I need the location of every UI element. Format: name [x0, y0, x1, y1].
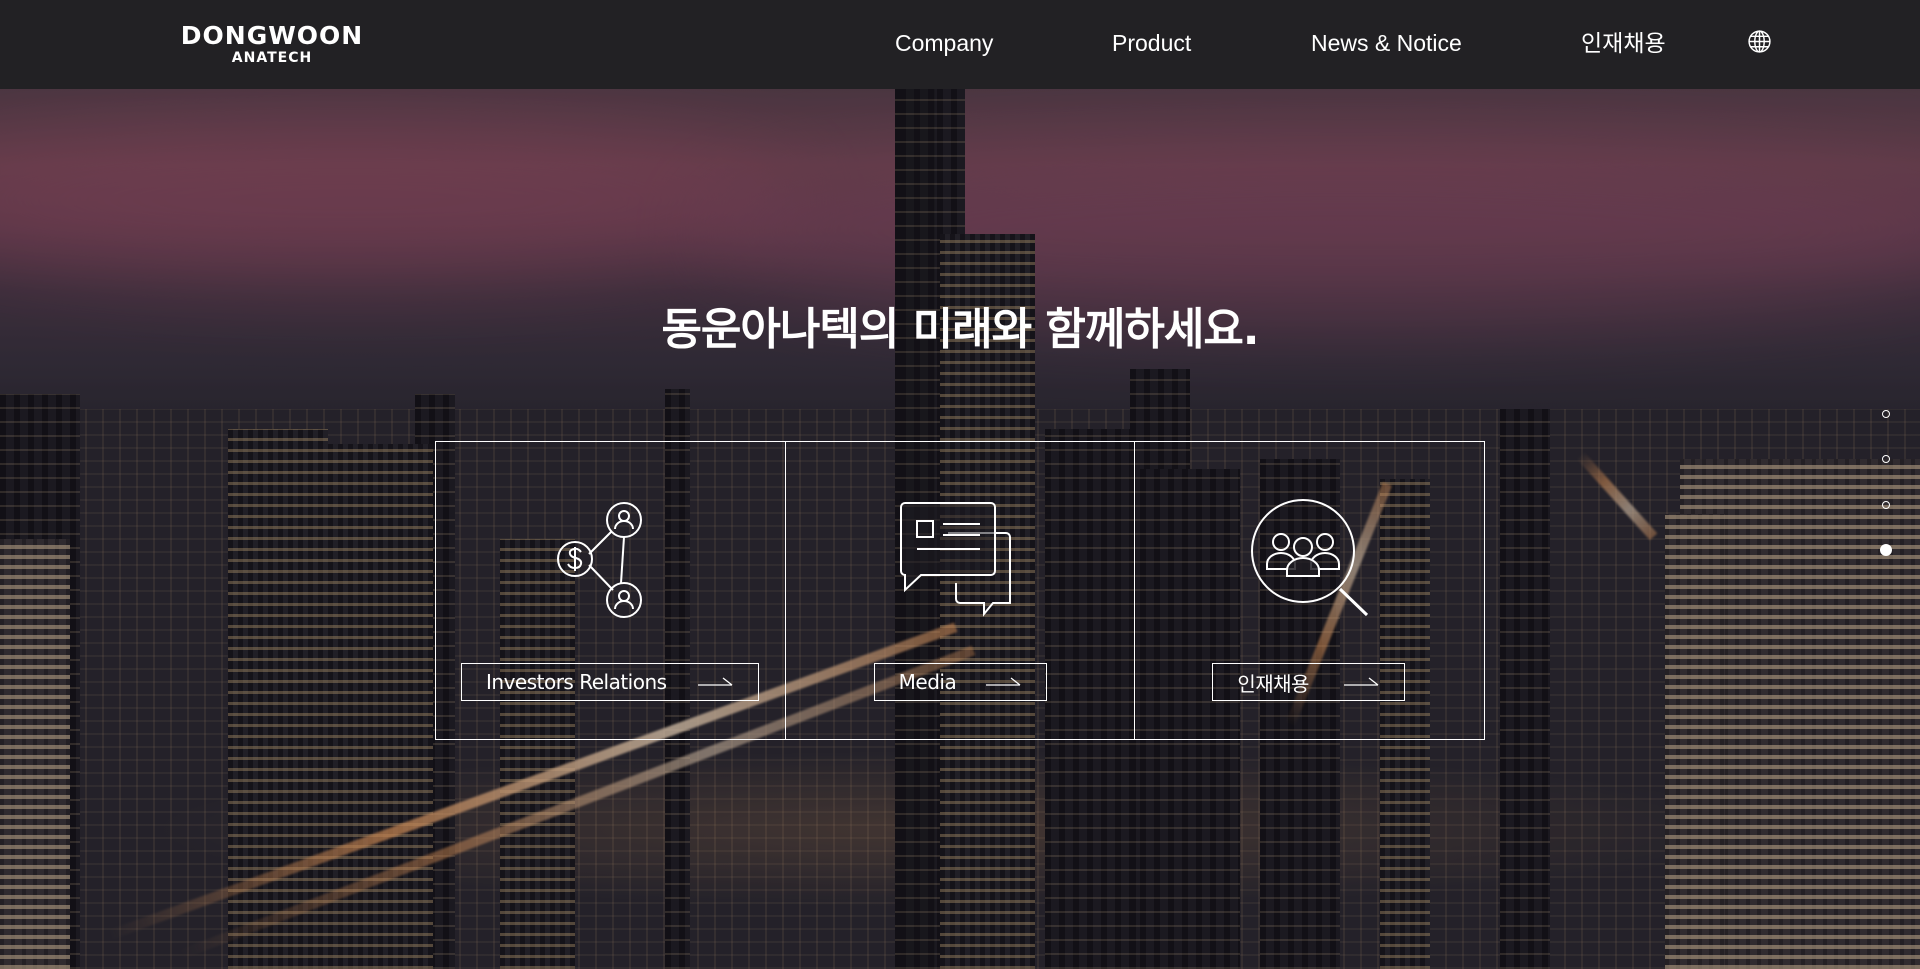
section-pager — [1879, 407, 1893, 559]
recruit-button[interactable]: 인재채용 — [1212, 663, 1406, 701]
site-header: DONGWOON ANATECH Company Product News & … — [0, 0, 1920, 89]
pager-dot-4-active[interactable] — [1880, 544, 1892, 556]
card-media[interactable]: Media — [784, 442, 1135, 739]
globe-icon[interactable] — [1747, 29, 1772, 54]
pager-dot-2[interactable] — [1882, 455, 1890, 463]
nav-company[interactable]: Company — [895, 26, 993, 60]
investors-relations-label: Investors Relations — [486, 670, 667, 694]
arrow-right-icon — [698, 677, 733, 686]
logo-main-text: DONGWOON — [180, 21, 364, 50]
recruit-search-icon — [1250, 499, 1368, 617]
investors-network-icon — [557, 502, 643, 618]
media-chat-icon — [900, 502, 1011, 617]
arrow-right-icon — [1344, 677, 1379, 686]
hero-headline: 동운아나텍의 미래와 함께하세요. — [661, 304, 1259, 355]
arrow-right-icon — [985, 677, 1021, 686]
recruit-label: 인재채용 — [1237, 671, 1309, 696]
pager-dot-1[interactable] — [1882, 410, 1890, 418]
logo-sub-text: ANATECH — [231, 50, 313, 66]
investors-relations-button[interactable]: Investors Relations — [461, 663, 759, 701]
nav-news-notice[interactable]: News & Notice — [1311, 26, 1462, 60]
nav-product[interactable]: Product — [1112, 26, 1191, 60]
media-button[interactable]: Media — [873, 663, 1047, 701]
nav-recruit[interactable]: 인재채용 — [1581, 26, 1666, 60]
media-label: Media — [898, 670, 957, 694]
card-investors-relations[interactable]: Investors Relations — [436, 442, 785, 739]
quick-link-cards: Investors Relations Media 인재채용 — [435, 441, 1485, 740]
card-recruit[interactable]: 인재채용 — [1134, 442, 1484, 739]
company-logo[interactable]: DONGWOON ANATECH — [157, 22, 387, 72]
pager-dot-3[interactable] — [1882, 501, 1890, 509]
